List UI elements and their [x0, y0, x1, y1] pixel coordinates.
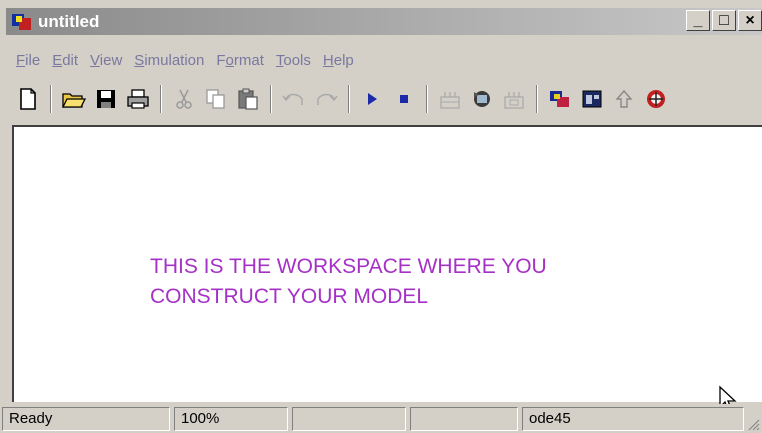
stop-simulation-icon	[400, 95, 408, 103]
start-simulation-icon	[368, 93, 377, 105]
menu-edit[interactable]: Edit	[52, 52, 78, 69]
toolbar-separator	[270, 85, 272, 113]
status-empty-2	[410, 407, 518, 431]
go-to-parent-icon	[615, 89, 633, 108]
stop-simulation-button[interactable]	[392, 87, 416, 111]
maximize-button[interactable]: □	[712, 10, 736, 31]
title-bar[interactable]: untitled _ □ ×	[6, 8, 762, 35]
undo-icon	[282, 93, 303, 105]
save-model-button[interactable]	[94, 87, 118, 111]
simulink-app-icon[interactable]	[12, 13, 32, 31]
redo-icon	[317, 93, 338, 105]
library-browser-button[interactable]	[548, 87, 572, 111]
paste-button[interactable]	[236, 87, 260, 111]
build-subsystem-icon	[504, 92, 524, 109]
toolbar-separator	[426, 85, 428, 113]
new-model-button[interactable]	[16, 87, 40, 111]
toolbar-separator	[50, 85, 52, 113]
debugger-button[interactable]	[644, 87, 668, 111]
print-icon	[127, 89, 149, 109]
menu-file[interactable]: File	[16, 52, 40, 69]
undo-button[interactable]	[282, 87, 306, 111]
model-browser-button[interactable]	[580, 87, 604, 111]
open-folder-icon	[62, 93, 86, 108]
save-icon	[97, 90, 115, 108]
status-solver: ode45	[522, 407, 744, 431]
workspace-instruction-text: THIS IS THE WORKSPACE WHERE YOU CONSTRUC…	[150, 252, 547, 312]
build-button[interactable]	[438, 87, 462, 111]
update-diagram-icon	[474, 91, 490, 107]
update-diagram-button[interactable]	[470, 87, 494, 111]
library-browser-icon	[550, 91, 569, 107]
debugger-icon	[647, 90, 665, 108]
redo-button[interactable]	[314, 87, 338, 111]
paste-icon	[238, 88, 258, 110]
build-subsystem-button[interactable]	[502, 87, 526, 111]
model-browser-icon	[582, 90, 602, 108]
open-model-button[interactable]	[62, 87, 86, 111]
go-to-parent-button[interactable]	[612, 87, 636, 111]
close-button[interactable]: ×	[738, 10, 762, 31]
model-canvas[interactable]: THIS IS THE WORKSPACE WHERE YOU CONSTRUC…	[12, 125, 762, 402]
menu-format[interactable]: Format	[216, 52, 264, 69]
copy-button[interactable]	[204, 87, 228, 111]
build-icon	[440, 92, 460, 109]
simulink-window: untitled _ □ × File Edit View Simulation…	[0, 0, 762, 433]
copy-icon	[206, 89, 225, 109]
toolbar-separator	[160, 85, 162, 113]
resize-grip-icon[interactable]	[746, 417, 760, 431]
menu-bar: File Edit View Simulation Format Tools H…	[16, 48, 354, 72]
status-state: Ready	[2, 407, 170, 431]
workspace-text-line-2: CONSTRUCT YOUR MODEL	[150, 285, 429, 308]
print-button[interactable]	[126, 87, 150, 111]
toolbar-separator	[348, 85, 350, 113]
toolbar	[12, 80, 762, 118]
menu-view[interactable]: View	[90, 52, 122, 69]
cut-icon	[176, 89, 192, 109]
cut-button[interactable]	[172, 87, 196, 111]
menu-simulation[interactable]: Simulation	[134, 52, 204, 69]
window-controls: _ □ ×	[684, 10, 762, 31]
menu-help[interactable]: Help	[323, 52, 354, 69]
minimize-button[interactable]: _	[686, 10, 710, 31]
menu-tools[interactable]: Tools	[276, 52, 311, 69]
status-zoom: 100%	[174, 407, 288, 431]
start-simulation-button[interactable]	[360, 87, 384, 111]
status-bar: Ready 100% ode45	[0, 404, 762, 433]
new-document-icon	[20, 88, 36, 110]
toolbar-separator	[536, 85, 538, 113]
window-title: untitled	[38, 11, 100, 31]
status-empty-1	[292, 407, 406, 431]
workspace-text-line-1: THIS IS THE WORKSPACE WHERE YOU	[150, 255, 547, 278]
